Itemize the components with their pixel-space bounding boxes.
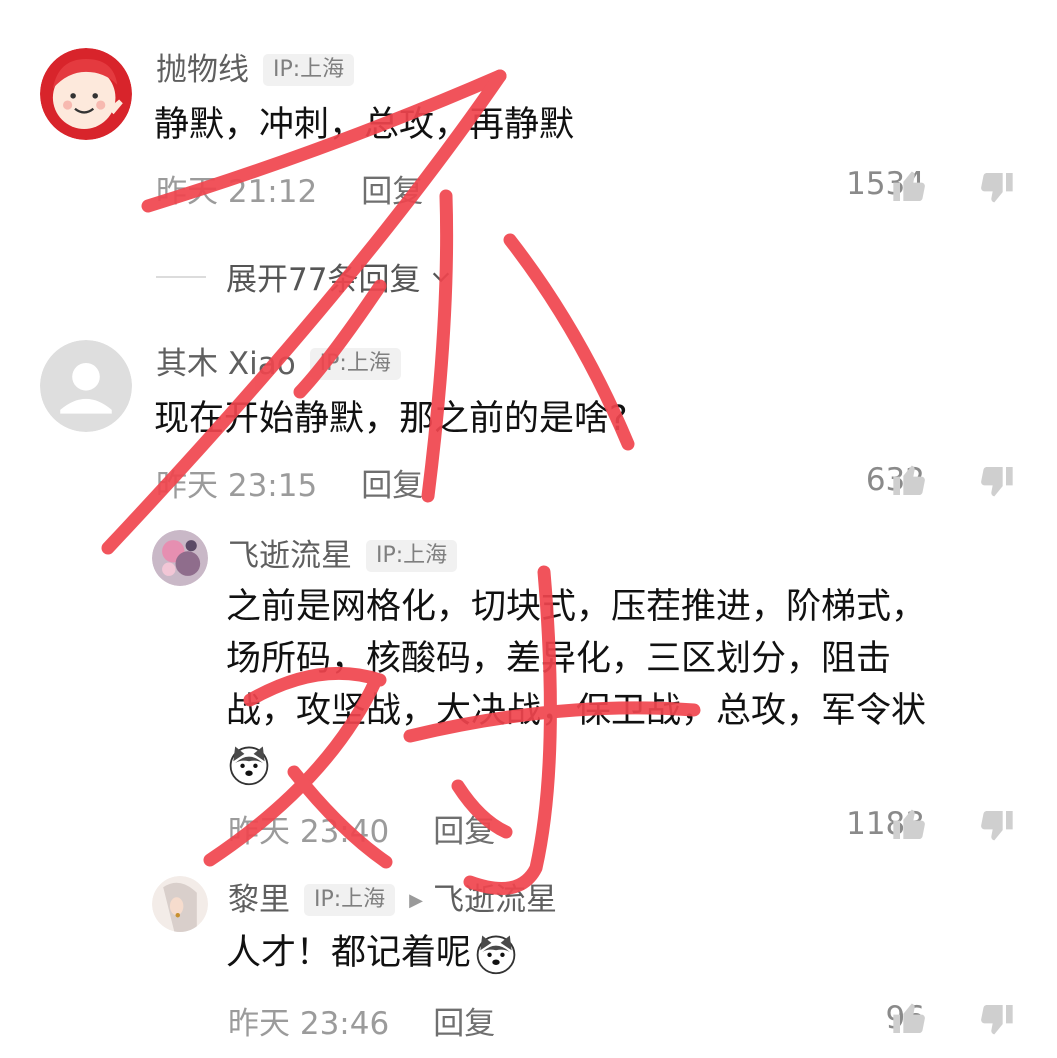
- default-avatar-icon: [40, 340, 132, 432]
- anime-avatar-icon: [152, 530, 208, 586]
- ip-location-badge: IP:上海: [366, 540, 458, 572]
- comment-text-line: 战，攻坚战，大决战，保卫战，总攻，军令状: [226, 691, 927, 731]
- divider: [156, 275, 206, 278]
- reply-arrow-icon: ▶: [409, 889, 424, 911]
- thumbs-up-icon[interactable]: [890, 804, 930, 844]
- avatar[interactable]: [152, 876, 208, 932]
- comment-text: 静默，冲刺，总攻，再静默: [154, 105, 575, 145]
- comment-text-line: 场所码，核酸码，差异化，三区划分，阻击: [226, 639, 892, 679]
- annotation-stroke: [421, 189, 454, 503]
- thumbs-down-icon[interactable]: [976, 806, 1016, 846]
- comment-thread-screen: 抛物线 IP:上海 静默，冲刺，总攻，再静默 昨天 21:12 回复 1534 …: [0, 0, 1057, 1058]
- avatar[interactable]: [40, 340, 132, 432]
- avatar[interactable]: [152, 530, 208, 586]
- comment-text: 现在开始静默，那之前的是啥?: [154, 399, 628, 439]
- comment-text: 人才！都记着呢: [226, 933, 472, 973]
- thumbs-up-icon[interactable]: [890, 460, 930, 500]
- username[interactable]: 黎里: [228, 880, 290, 920]
- chevron-down-icon: [430, 266, 452, 288]
- portrait-avatar-icon: [152, 876, 208, 932]
- emoji-line: [226, 736, 272, 790]
- username[interactable]: 抛物线: [156, 50, 249, 90]
- reply-button[interactable]: 回复: [361, 166, 423, 211]
- comment-text-line: 之前是网格化，切块式，压茬推进，阶梯式，: [226, 587, 927, 627]
- thumbs-down-icon[interactable]: [976, 168, 1016, 208]
- ip-location-badge: IP:上海: [309, 348, 401, 380]
- thumbs-down-icon[interactable]: [976, 1000, 1016, 1040]
- reply-button[interactable]: 回复: [433, 998, 495, 1043]
- expand-replies-label: 展开77条回复: [226, 262, 421, 298]
- ip-location-badge: IP:上海: [263, 54, 355, 86]
- timestamp: 昨天 21:12: [156, 174, 318, 210]
- ip-location-badge: IP:上海: [304, 884, 396, 916]
- thumbs-up-icon[interactable]: [890, 998, 930, 1038]
- comment-text-row: 人才！都记着呢: [226, 926, 519, 980]
- husky-dog-emoji: [473, 930, 519, 976]
- thumbs-up-icon[interactable]: [890, 166, 930, 206]
- cartoon-avatar-icon: [40, 48, 132, 140]
- reply-button[interactable]: 回复: [433, 806, 495, 851]
- timestamp: 昨天 23:15: [156, 468, 318, 504]
- expand-replies-button[interactable]: 展开77条回复: [156, 254, 452, 299]
- avatar[interactable]: [40, 48, 132, 140]
- husky-dog-emoji: [226, 741, 272, 787]
- thumbs-down-icon[interactable]: [976, 462, 1016, 502]
- reply-to-username[interactable]: 飞逝流星: [433, 880, 557, 920]
- timestamp: 昨天 23:46: [228, 1006, 390, 1042]
- username[interactable]: 飞逝流星: [228, 536, 352, 576]
- reply-button[interactable]: 回复: [361, 460, 423, 505]
- timestamp: 昨天 23:40: [228, 814, 390, 850]
- username[interactable]: 其木 Xiao: [156, 344, 296, 384]
